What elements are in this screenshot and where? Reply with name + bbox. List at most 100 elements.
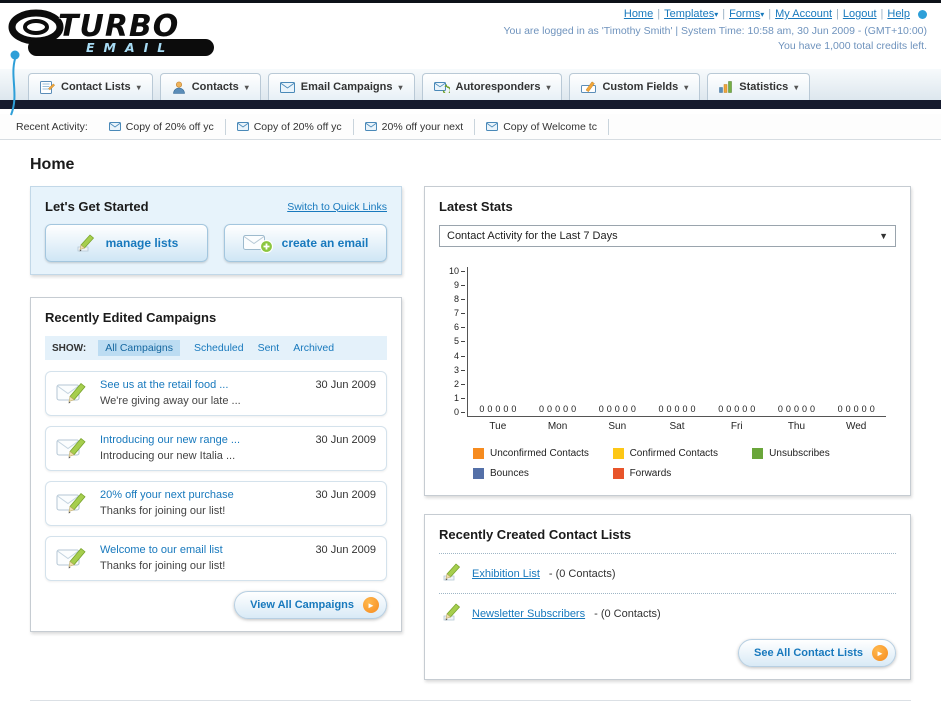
bar-value-label: 0 [539,404,545,414]
contact-list-count: - (0 Contacts) [594,607,661,620]
x-axis-label: Fri [730,421,743,432]
bar-value-label: 0 [845,404,851,414]
top-link-help[interactable]: Help [887,8,910,20]
manage-lists-button[interactable]: manage lists [45,224,208,262]
header-right: Home | Templates ▾ | Forms ▾ | My Account | Logo… [503,8,927,52]
y-axis-tick: 9 [454,281,465,290]
bar-value-label: 0 [571,404,577,414]
y-axis-tick: 10 [449,267,465,276]
see-all-contact-lists-button[interactable]: See All Contact Lists ► [737,639,896,667]
bar-value-label: 0 [503,404,509,414]
contact-list-item[interactable]: Newsletter Subscribers - (0 Contacts) [439,593,896,633]
view-all-campaigns-button[interactable]: View All Campaigns ► [234,591,387,619]
create-an-email-label: create an email [281,236,369,250]
tab-custom-fields[interactable]: Custom Fields ▾ [569,73,701,100]
tab-autoresponders[interactable]: Autoresponders ▾ [421,73,563,100]
bar-group: 00000 [647,267,707,416]
x-axis-label: Tue [489,421,507,432]
top-nav-links: Home | Templates ▾ | Forms ▾ | My Account | Logo… [503,8,927,20]
turbo-email-logo[interactable]: TURBO EMAIL [6,5,251,120]
recently-edited-campaigns-panel: Recently Edited Campaigns SHOW: All Camp… [30,297,402,632]
campaign-filter-archived[interactable]: Archived [293,342,334,354]
campaign-item-body: 20% off your next purchase Thanks for joi… [100,489,305,517]
recent-activity-item[interactable]: Copy of 20% off yc [226,118,354,135]
legend-label: Bounces [490,468,529,479]
login-info: You are logged in as 'Timothy Smith' | S… [503,25,927,37]
custom-fields-icon [581,81,597,93]
bar-group: 00000 [587,267,647,416]
campaigns-panel-title: Recently Edited Campaigns [45,310,217,325]
contact-list-link[interactable]: Exhibition List [472,568,540,580]
contact-list-count: - (0 Contacts) [548,567,616,580]
y-axis-tick: 4 [454,351,465,361]
logo-text-email: EMAIL [86,40,174,55]
x-axis-label: Sat [669,421,685,432]
bar-value-label: 0 [809,404,815,414]
y-axis-tick: 3 [454,365,465,375]
chevron-down-icon: ▾ [546,82,551,92]
campaign-item-body: Introducing our new range ... Introducing… [100,434,305,462]
top-link-my-account[interactable]: My Account [775,8,832,20]
tab-statistics[interactable]: Statistics ▾ [707,73,811,100]
legend-item: Unconfirmed Contacts [473,448,613,459]
contact-list-item[interactable]: Exhibition List - (0 Contacts) [439,553,896,593]
recent-activity-item[interactable]: Copy of 20% off yc [98,118,226,135]
recent-activity-item[interactable]: Copy of Welcome tc [475,118,609,135]
legend-label: Unconfirmed Contacts [490,448,589,459]
create-an-email-button[interactable]: create an email [224,224,387,262]
top-link-logout[interactable]: Logout [843,8,877,20]
separator: | [768,8,772,20]
campaign-list-item[interactable]: Welcome to our email list Thanks for join… [45,536,387,581]
pencil-icon [75,233,97,253]
chart-plot: 00000000000000000000000000000000000 [467,267,886,417]
stats-period-select[interactable]: Contact Activity for the Last 7 Days ▼ [439,225,896,247]
bar-value-label: 0 [555,404,561,414]
tab-email-campaigns[interactable]: Email Campaigns ▾ [267,73,415,100]
bar-value-label: 0 [622,404,628,414]
legend-item: Confirmed Contacts [612,448,753,459]
envelope-plus-icon [242,232,273,254]
chevron-down-icon: ▾ [760,10,765,19]
campaign-list-item[interactable]: See us at the retail food ... We're givin… [45,371,387,416]
campaign-filter-bar: SHOW: All Campaigns Scheduled Sent Archived [45,336,387,360]
arrow-right-icon: ► [872,645,888,661]
recent-activity-text: Copy of Welcome tc [503,120,597,133]
campaign-title-link[interactable]: See us at the retail food ... [100,379,228,391]
recent-activity-item[interactable]: 20% off your next [354,118,476,135]
campaign-date: 30 Jun 2009 [315,434,376,446]
top-link-home[interactable]: Home [624,8,653,20]
logo-graphic: TURBO EMAIL [8,8,214,116]
campaign-filter-sent[interactable]: Sent [258,342,280,354]
recent-activity-text: Copy of 20% off yc [125,120,214,133]
chevron-down-icon: ▾ [794,82,799,92]
bar-value-label: 0 [630,404,636,414]
recent-activity-text: 20% off your next [381,120,464,133]
statistics-icon [719,81,733,93]
campaign-list-item[interactable]: 20% off your next purchase Thanks for joi… [45,481,387,526]
x-axis-label: Sun [608,421,627,432]
bar-value-label: 0 [511,404,517,414]
bar-value-label: 0 [547,404,553,414]
campaign-title-link[interactable]: Introducing our new range ... [100,434,240,446]
campaign-title-link[interactable]: Welcome to our email list [100,544,223,556]
switch-to-quick-links-link[interactable]: Switch to Quick Links [287,201,387,213]
separator: | [836,8,839,20]
top-link-forms[interactable]: Forms ▾ [729,8,764,20]
recent-activity-items: Copy of 20% off yc Copy of 20% off yc 20% … [98,118,609,135]
tab-label: Statistics [739,81,789,93]
top-link-templates[interactable]: Templates ▾ [664,8,718,20]
y-axis-tick: 6 [454,323,465,332]
campaign-title-link[interactable]: 20% off your next purchase [100,489,234,501]
bar-group: 00000 [707,267,767,416]
bar-value-label: 0 [777,404,783,414]
contact-list-link[interactable]: Newsletter Subscribers [472,608,585,620]
legend-swatch [473,468,484,479]
campaign-filter-scheduled[interactable]: Scheduled [194,342,244,354]
campaign-list-item[interactable]: Introducing our new range ... Introducing… [45,426,387,471]
bar-value-label: 0 [750,404,756,414]
bar-value-label: 0 [658,404,664,414]
bar-value-label: 0 [837,404,843,414]
bar-value-label: 0 [785,404,791,414]
bar-value-label: 0 [598,404,604,414]
campaign-filter-all-campaigns[interactable]: All Campaigns [98,340,180,356]
